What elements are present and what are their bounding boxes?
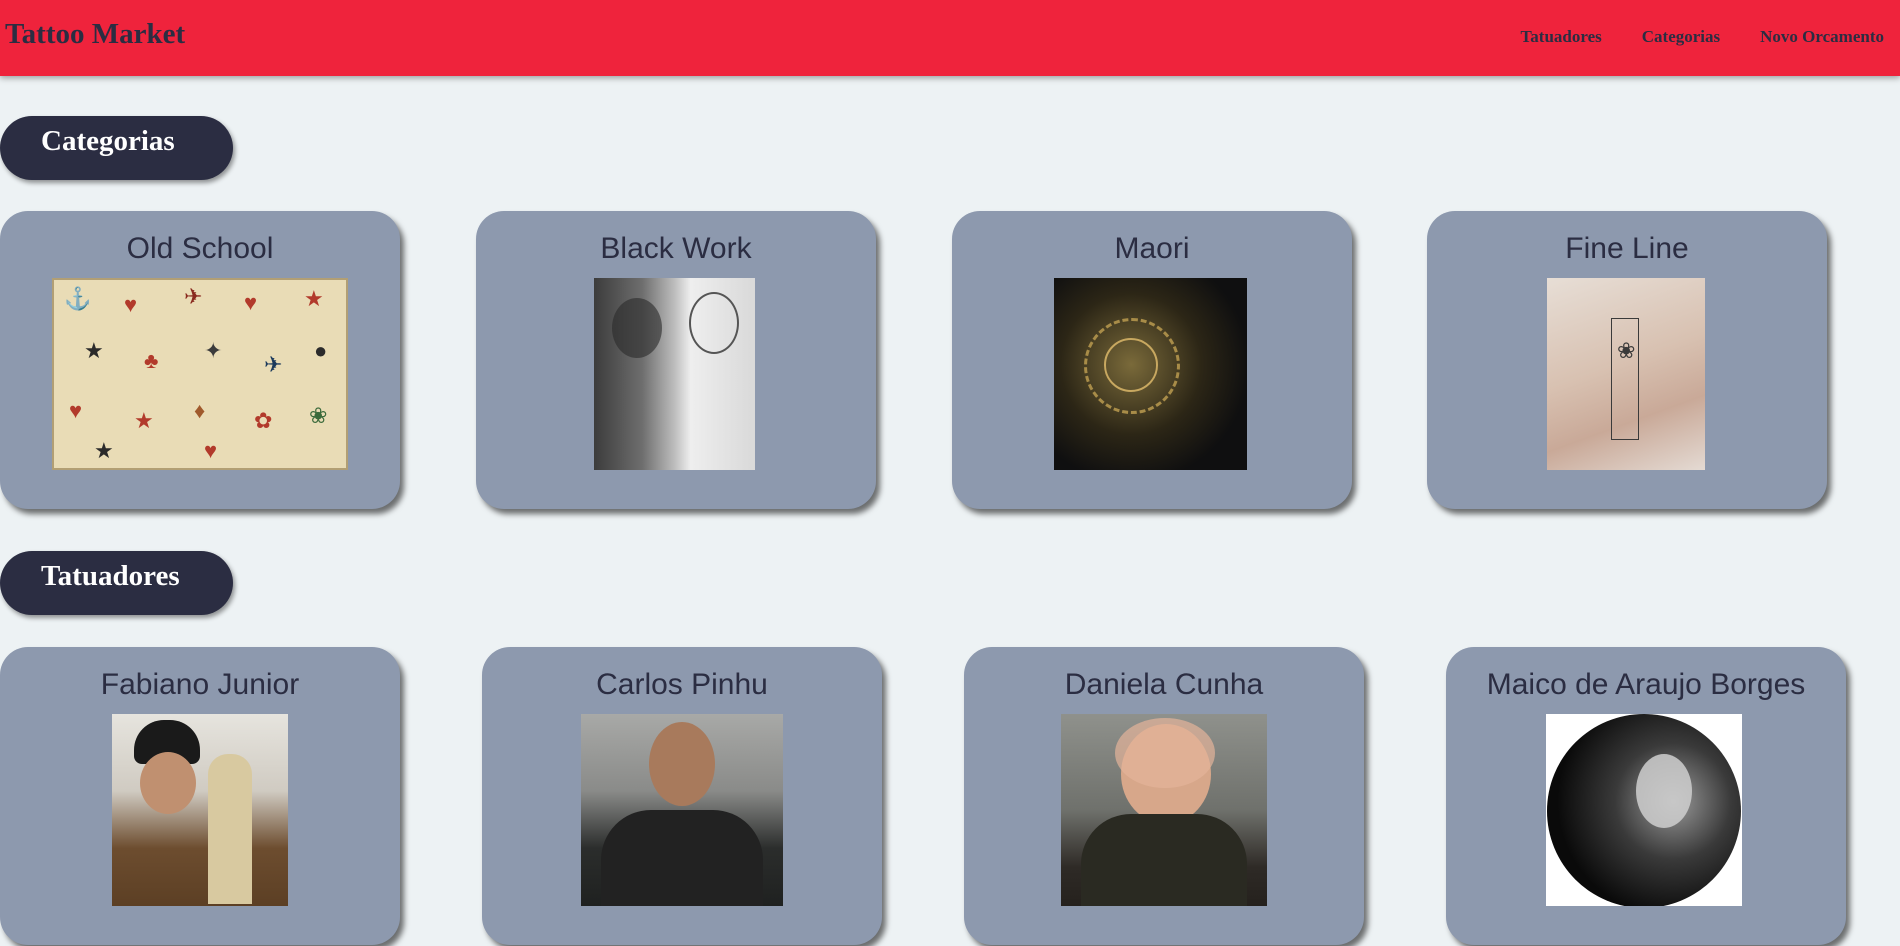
tattoo-artist-card-fabiano-junior[interactable]: Fabiano Junior [0, 647, 400, 945]
card-title: Maico de Araujo Borges [1486, 668, 1806, 701]
category-card-black-work[interactable]: Black Work [476, 211, 876, 509]
fine-line-forearm-image: ❀ [1547, 278, 1705, 470]
card-title: Daniela Cunha [1064, 668, 1264, 701]
card-title: Maori [1114, 232, 1190, 265]
card-title: Black Work [600, 232, 752, 265]
fabiano-junior-photo [112, 714, 288, 906]
category-card-old-school[interactable]: Old School ⚓ ♥ ✈ ♥ ★ ★ ♣ ✦ ✈ ● ♥ ★ ♦ ✿ ❀… [0, 211, 400, 509]
tattoo-artist-card-maico-borges[interactable]: Maico de Araujo Borges [1446, 647, 1846, 945]
card-title: Fabiano Junior [100, 668, 300, 701]
brand-logo[interactable]: Tattoo Market [5, 18, 185, 51]
nav-link-categorias[interactable]: Categorias [1642, 27, 1720, 47]
card-title: Carlos Pinhu [596, 668, 768, 701]
section-title-categorias: Categorias [0, 116, 233, 180]
nav-links: Tatuadores Categorias Novo Orcamento [1521, 27, 1884, 47]
section-title-tatuadores: Tatuadores [0, 551, 233, 615]
card-title: Old School [126, 232, 274, 265]
category-card-maori[interactable]: Maori [952, 211, 1352, 509]
top-navbar: Tattoo Market Tatuadores Categorias Novo… [0, 0, 1900, 76]
old-school-flash-image: ⚓ ♥ ✈ ♥ ★ ★ ♣ ✦ ✈ ● ♥ ★ ♦ ✿ ❀ ★ ♥ [52, 278, 348, 470]
tattoo-artist-card-carlos-pinhu[interactable]: Carlos Pinhu [482, 647, 882, 945]
maori-shoulder-image [1054, 278, 1247, 470]
daniela-cunha-photo [1061, 714, 1267, 906]
nav-link-tatuadores[interactable]: Tatuadores [1521, 27, 1602, 47]
category-card-fine-line[interactable]: Fine Line ❀ [1427, 211, 1827, 509]
nav-link-novo-orcamento[interactable]: Novo Orcamento [1760, 27, 1884, 47]
card-title: Fine Line [1565, 232, 1689, 265]
tattoo-artist-card-daniela-cunha[interactable]: Daniela Cunha [964, 647, 1364, 945]
black-work-arm-image [594, 278, 755, 470]
carlos-pinhu-photo [581, 714, 783, 906]
maico-borges-photo [1546, 714, 1742, 906]
